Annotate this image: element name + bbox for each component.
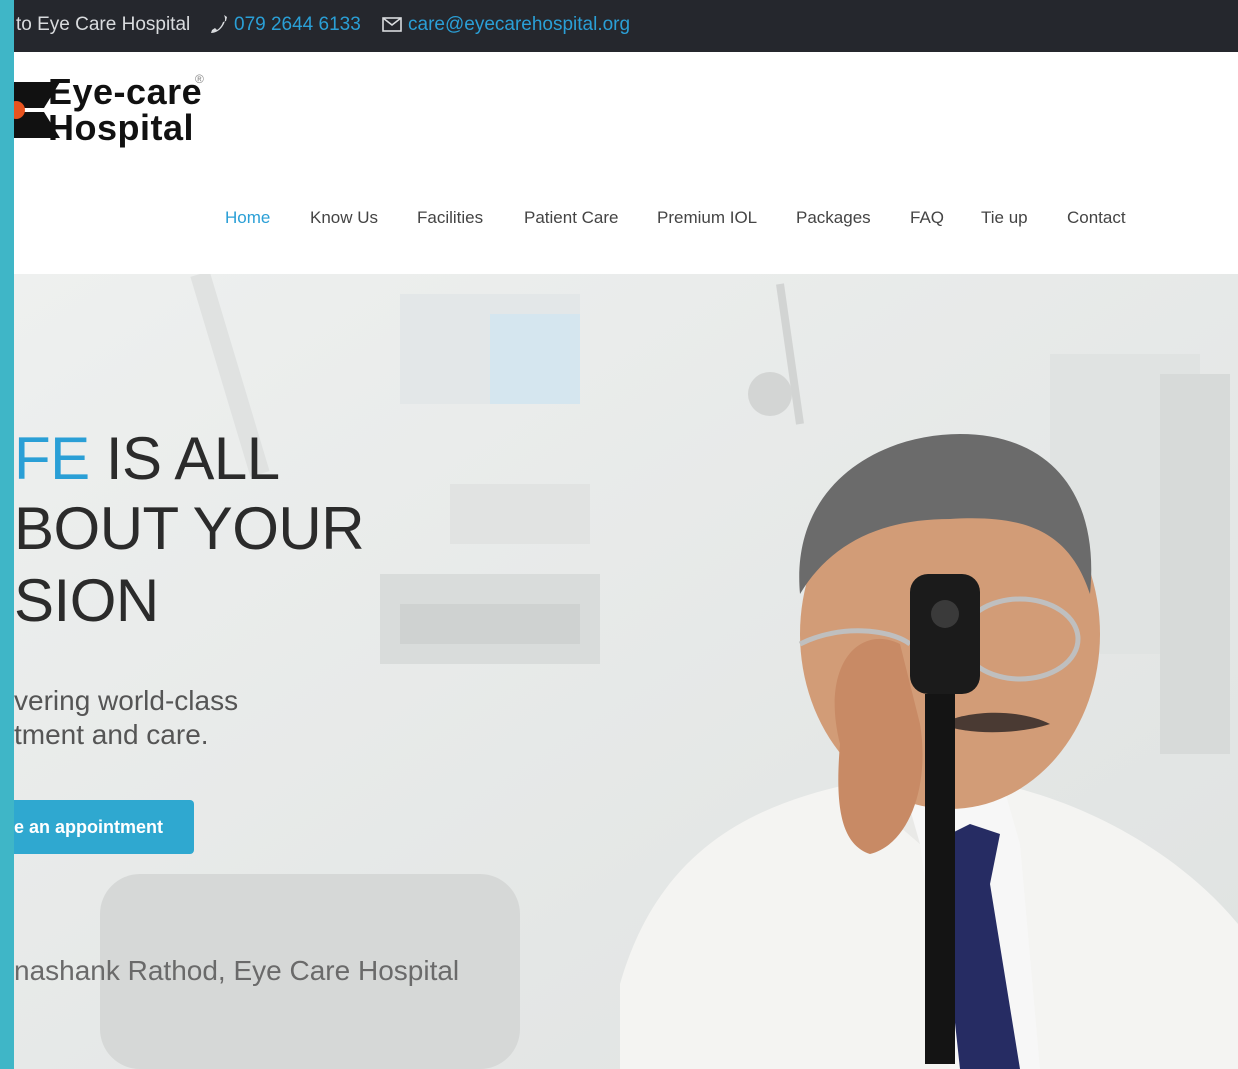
- mail-icon: [382, 17, 402, 32]
- nav-item-home[interactable]: Home: [225, 208, 270, 228]
- logo-registered-mark: ®: [195, 72, 204, 86]
- hero-headline-line1-rest: IS ALL: [89, 425, 280, 492]
- nav-item-packages[interactable]: Packages: [796, 208, 871, 228]
- hero-headline-line2: BOUT YOUR: [14, 495, 365, 562]
- phone-link[interactable]: 079 2644 6133: [234, 14, 361, 36]
- nav-item-tie-up[interactable]: Tie up: [981, 208, 1028, 228]
- left-edge-stripe: [0, 0, 14, 1069]
- nav-item-facilities[interactable]: Facilities: [417, 208, 483, 228]
- hero-banner: FE IS ALL BOUT YOUR SION vering world-cl…: [0, 274, 1238, 1069]
- logo-text-line2: Hospital: [48, 107, 195, 148]
- nav-item-premium-iol[interactable]: Premium IOL: [657, 208, 757, 228]
- hero-headline-line3: SION: [14, 567, 159, 634]
- nav-item-patient-care[interactable]: Patient Care: [524, 208, 619, 228]
- doctor-photo: [620, 434, 1238, 1069]
- hero-headline-line1: FE IS ALL: [14, 426, 280, 492]
- site-header: Eye-care Hospital ® Home Know Us Facilit…: [0, 52, 1238, 274]
- top-contact-bar: to Eye Care Hospital 079 2644 6133 care@…: [0, 0, 1238, 52]
- book-appointment-button[interactable]: e an appointment: [14, 800, 194, 854]
- hero-caption: nashank Rathod, Eye Care Hospital: [14, 955, 460, 986]
- nav-item-contact[interactable]: Contact: [1067, 208, 1126, 228]
- welcome-text: to Eye Care Hospital: [16, 14, 191, 35]
- email-link[interactable]: care@eyecarehospital.org: [408, 14, 630, 36]
- site-logo[interactable]: Eye-care Hospital ®: [14, 72, 214, 152]
- hero-headline-accent: FE: [14, 425, 90, 492]
- hero-subtext-line1: vering world-class: [14, 685, 239, 716]
- logo-text-line1: Eye-care: [48, 71, 203, 112]
- hero-subtext-line2: tment and care.: [14, 719, 209, 750]
- phone-icon: [211, 15, 227, 33]
- nav-item-faq[interactable]: FAQ: [910, 208, 944, 228]
- nav-item-know-us[interactable]: Know Us: [310, 208, 378, 228]
